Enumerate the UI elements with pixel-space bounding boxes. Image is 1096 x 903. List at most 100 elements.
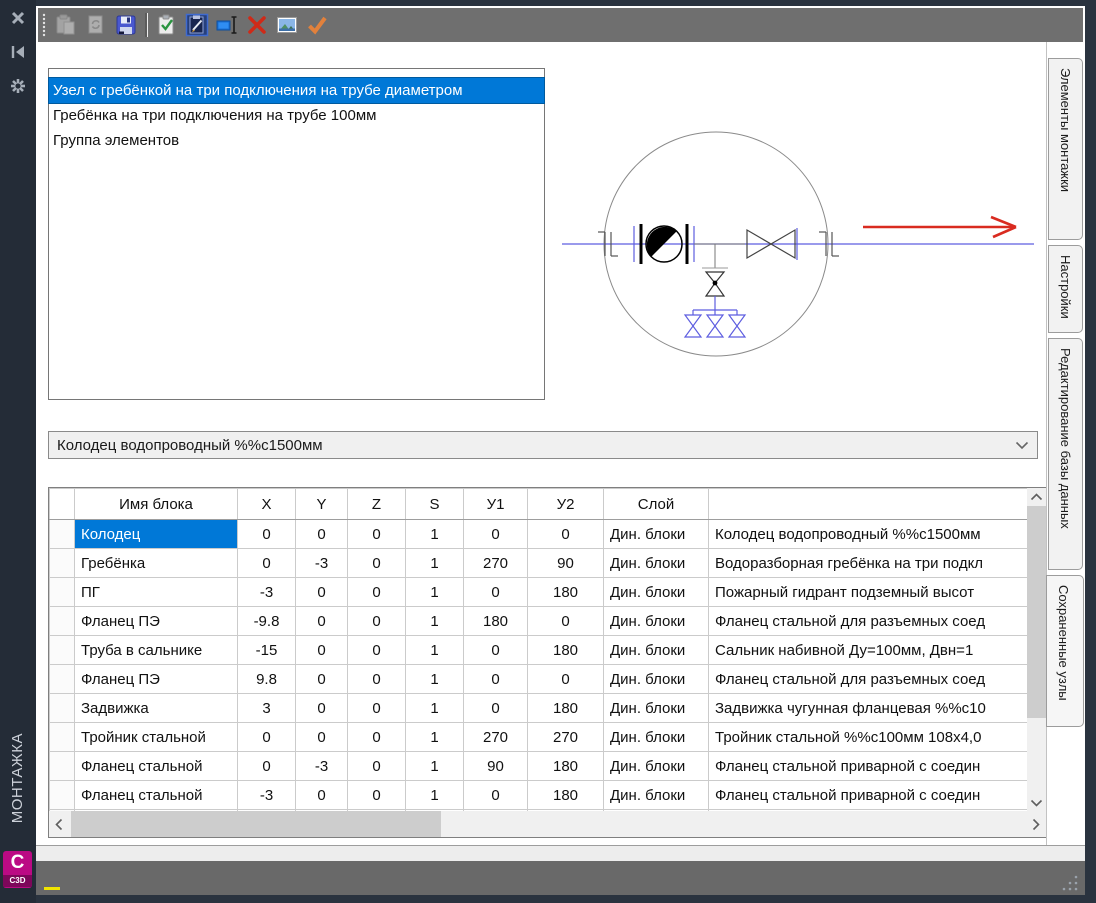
table-cell[interactable]: 0: [348, 723, 406, 752]
table-cell[interactable]: 1: [406, 549, 464, 578]
table-cell[interactable]: 0: [464, 694, 528, 723]
table-cell[interactable]: Гребёнка: [75, 549, 238, 578]
table-cell[interactable]: -3: [238, 578, 296, 607]
table-cell[interactable]: 180: [464, 607, 528, 636]
table-cell[interactable]: 0: [296, 578, 348, 607]
table-cell[interactable]: 0: [348, 665, 406, 694]
table-cell[interactable]: Дин. блоки: [604, 549, 709, 578]
table-cell[interactable]: 0: [296, 665, 348, 694]
table-cell[interactable]: 180: [528, 752, 604, 781]
table-cell[interactable]: Колодец: [75, 520, 238, 549]
row-header[interactable]: [50, 636, 75, 665]
row-header[interactable]: [50, 665, 75, 694]
table-cell[interactable]: 0: [464, 781, 528, 810]
tab-database-editing[interactable]: Редактирование базы данных: [1048, 338, 1083, 570]
table-cell[interactable]: 0: [348, 578, 406, 607]
table-cell[interactable]: Дин. блоки: [604, 694, 709, 723]
table-cell[interactable]: 9.8: [238, 665, 296, 694]
table-cell[interactable]: Дин. блоки: [604, 636, 709, 665]
table-cell[interactable]: 0: [348, 549, 406, 578]
table-cell[interactable]: 1: [406, 723, 464, 752]
table-cell[interactable]: Труба в сальнике: [75, 636, 238, 665]
table-cell[interactable]: -3: [238, 781, 296, 810]
table-cell[interactable]: Тройник стальной: [75, 723, 238, 752]
table-cell[interactable]: -9.8: [238, 607, 296, 636]
table-cell[interactable]: 0: [238, 549, 296, 578]
row-header[interactable]: [50, 549, 75, 578]
table-cell[interactable]: 0: [464, 578, 528, 607]
delete-icon[interactable]: [244, 12, 270, 38]
table-cell[interactable]: 3: [238, 694, 296, 723]
image-icon[interactable]: [274, 12, 300, 38]
table-cell[interactable]: Задвижка: [75, 694, 238, 723]
table-cell[interactable]: Дин. блоки: [604, 578, 709, 607]
edit-clipboard-icon[interactable]: [184, 12, 210, 38]
scroll-left-icon[interactable]: [49, 811, 69, 837]
table-cell[interactable]: Задвижка чугунная фланцевая %%c10: [709, 694, 1028, 723]
table-cell[interactable]: 0: [238, 520, 296, 549]
vertical-scroll-thumb[interactable]: [1027, 506, 1046, 718]
column-header[interactable]: X: [238, 489, 296, 520]
scroll-up-icon[interactable]: [1027, 488, 1046, 505]
column-header[interactable]: Слой: [604, 489, 709, 520]
table-cell[interactable]: Дин. блоки: [604, 665, 709, 694]
table-cell[interactable]: 1: [406, 781, 464, 810]
toolbar-grip-icon[interactable]: [41, 11, 49, 39]
row-header[interactable]: [50, 752, 75, 781]
table-cell[interactable]: Фланец ПЭ: [75, 665, 238, 694]
table-cell[interactable]: 0: [528, 665, 604, 694]
table-cell[interactable]: 0: [238, 723, 296, 752]
column-header[interactable]: У2: [528, 489, 604, 520]
column-header[interactable]: [50, 489, 75, 520]
table-cell[interactable]: Фланец ПЭ: [75, 607, 238, 636]
table-cell[interactable]: 0: [528, 607, 604, 636]
table-cell[interactable]: -15: [238, 636, 296, 665]
column-header[interactable]: Y: [296, 489, 348, 520]
palette-title-bar[interactable]: МОНТАЖКА C C3D: [0, 0, 36, 903]
properties-icon[interactable]: [8, 76, 28, 96]
table-cell[interactable]: Пожарный гидрант подземный высот: [709, 578, 1028, 607]
table-cell[interactable]: 0: [348, 781, 406, 810]
table-cell[interactable]: Дин. блоки: [604, 781, 709, 810]
row-header[interactable]: [50, 723, 75, 752]
save-icon[interactable]: [113, 12, 139, 38]
table-cell[interactable]: Фланец стальной приварной с соедин: [709, 752, 1028, 781]
table-cell[interactable]: Водоразборная гребёнка на три подкл: [709, 549, 1028, 578]
auto-hide-icon[interactable]: [8, 42, 28, 62]
row-header[interactable]: [50, 694, 75, 723]
column-header[interactable]: У1: [464, 489, 528, 520]
row-header[interactable]: [50, 607, 75, 636]
table-cell[interactable]: Дин. блоки: [604, 607, 709, 636]
table-cell[interactable]: 0: [296, 636, 348, 665]
column-header[interactable]: S: [406, 489, 464, 520]
table-cell[interactable]: 0: [296, 520, 348, 549]
table-cell[interactable]: 1: [406, 520, 464, 549]
table-cell[interactable]: 180: [528, 694, 604, 723]
table-cell[interactable]: 0: [348, 636, 406, 665]
list-item[interactable]: Узел с гребёнкой на три подключения на т…: [49, 78, 544, 103]
table-cell[interactable]: 0: [296, 723, 348, 752]
list-item[interactable]: Группа элементов: [49, 128, 544, 153]
table-cell[interactable]: Тройник стальной %%c100мм 108х4,0: [709, 723, 1028, 752]
table-cell[interactable]: 1: [406, 752, 464, 781]
saved-nodes-list[interactable]: Узел с гребёнкой на три подключения на т…: [48, 68, 545, 400]
table-cell[interactable]: 0: [348, 520, 406, 549]
table-cell[interactable]: 0: [464, 636, 528, 665]
table-cell[interactable]: -3: [296, 752, 348, 781]
table-cell[interactable]: 0: [528, 520, 604, 549]
table-cell[interactable]: 0: [348, 607, 406, 636]
paste-icon[interactable]: [53, 12, 79, 38]
horizontal-scrollbar[interactable]: [49, 811, 1046, 837]
horizontal-scroll-thumb[interactable]: [71, 811, 441, 837]
table-cell[interactable]: Фланец стальной: [75, 781, 238, 810]
table-cell[interactable]: 180: [528, 781, 604, 810]
apply-icon[interactable]: [304, 12, 330, 38]
table-cell[interactable]: Фланец стальной для разъемных соед: [709, 665, 1028, 694]
table-cell[interactable]: 1: [406, 665, 464, 694]
table-cell[interactable]: 270: [464, 549, 528, 578]
scroll-down-icon[interactable]: [1027, 794, 1046, 811]
column-header[interactable]: Z: [348, 489, 406, 520]
table-cell[interactable]: 180: [528, 636, 604, 665]
table-cell[interactable]: 1: [406, 578, 464, 607]
table-cell[interactable]: Фланец стальной для разъемных соед: [709, 607, 1028, 636]
